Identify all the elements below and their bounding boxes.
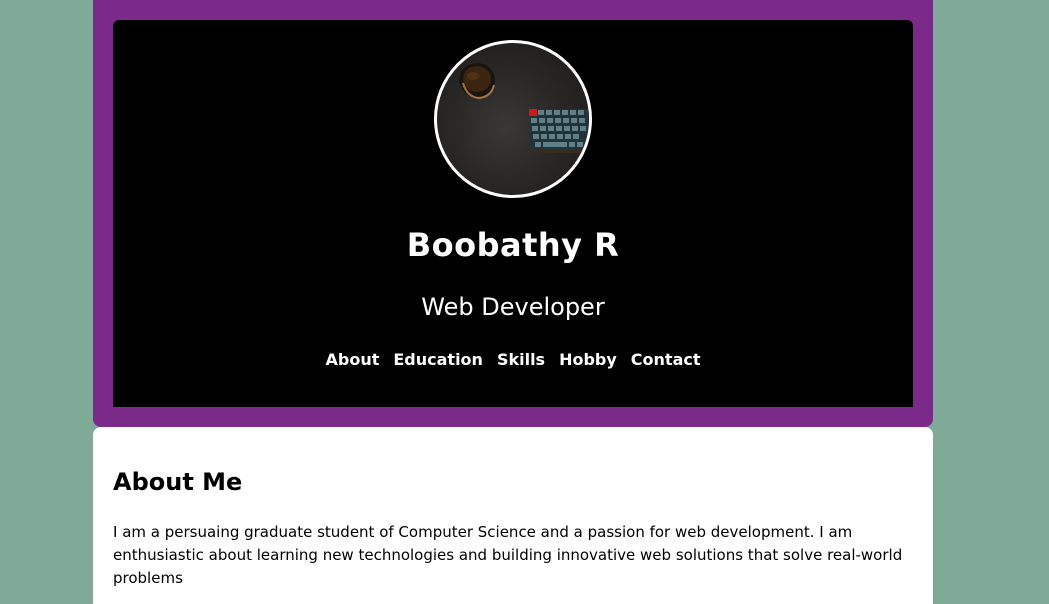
about-title: About Me [113,468,243,496]
avatar [434,40,592,198]
avatar-photo [459,63,589,153]
nav-link-about[interactable]: About [325,350,379,369]
profile-name: Boobathy R [406,226,620,264]
header-panel: Boobathy R Web Developer About Education… [113,20,913,407]
about-section: About Me I am a persuaing graduate stude… [93,427,933,604]
nav-link-hobby[interactable]: Hobby [559,350,617,369]
profile-role: Web Developer [421,293,605,321]
main-nav: About Education Skills Hobby Contact [113,350,913,369]
about-text: I am a persuaing graduate student of Com… [113,523,903,587]
header-frame: Boobathy R Web Developer About Education… [93,0,933,427]
keyboard-image [529,109,589,153]
page: Boobathy R Web Developer About Education… [0,0,1049,604]
nav-link-contact[interactable]: Contact [631,350,701,369]
nav-link-education[interactable]: Education [393,350,483,369]
nav-link-skills[interactable]: Skills [497,350,545,369]
